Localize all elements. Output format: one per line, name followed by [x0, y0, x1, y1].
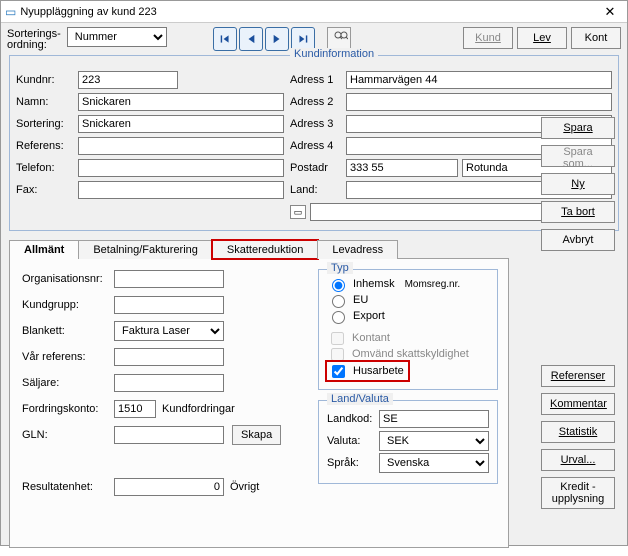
ny-button[interactable]: Ny — [541, 173, 615, 195]
postnr-input[interactable] — [346, 159, 458, 177]
blankett-combo[interactable]: Faktura Laser — [114, 321, 224, 341]
tab-betalning[interactable]: Betalning/Fakturering — [78, 240, 213, 259]
statistik-button[interactable]: Statistik — [541, 421, 615, 443]
adress2-input[interactable] — [346, 93, 612, 111]
kreditupplysning-button[interactable]: Kredit -upplysning — [541, 477, 615, 509]
resultatenhet-input[interactable] — [114, 478, 224, 496]
telefon-input[interactable] — [78, 159, 284, 177]
kommentar-button[interactable]: Kommentar — [541, 393, 615, 415]
tab-skattereduktion[interactable]: Skattereduktion — [212, 240, 318, 259]
gln-input[interactable] — [114, 426, 224, 444]
referenser-button[interactable]: Referenser — [541, 365, 615, 387]
close-button[interactable]: ✕ — [597, 3, 623, 21]
sort-label: Sorterings- ordning: — [7, 29, 61, 51]
tab-allmant[interactable]: Allmänt — [9, 240, 79, 259]
momsreg-label: Momsreg.nr. — [405, 279, 461, 290]
kund-button[interactable]: Kund — [463, 27, 513, 49]
tab-levadress[interactable]: Levadress — [317, 240, 398, 259]
namn-input[interactable] — [78, 93, 284, 111]
sort-order-combo[interactable]: Nummer — [67, 27, 167, 47]
nav-next-button[interactable] — [265, 27, 289, 51]
lev-button[interactable]: Lev — [517, 27, 567, 49]
address-card-icon[interactable]: ▭ — [290, 205, 306, 219]
resultatenhet-desc: Övrigt — [230, 481, 259, 493]
kont-button[interactable]: Kont — [571, 27, 621, 49]
radio-inhemsk[interactable]: Inhemsk — [327, 276, 395, 292]
landkod-input[interactable] — [379, 410, 489, 428]
orgnr-input[interactable] — [114, 270, 224, 288]
radio-export[interactable]: Export — [327, 308, 489, 324]
nav-prev-button[interactable] — [239, 27, 263, 51]
check-kontant: Kontant — [327, 330, 489, 346]
fax-input[interactable] — [78, 181, 284, 199]
window-icon: ▭ — [5, 5, 16, 19]
varref-input[interactable] — [114, 348, 224, 366]
nav-first-button[interactable] — [213, 27, 237, 51]
valuta-combo[interactable]: SEK — [379, 431, 489, 451]
referens-input[interactable] — [78, 137, 284, 155]
find-button[interactable] — [327, 27, 351, 49]
landvaluta-legend: Land/Valuta — [327, 393, 393, 405]
fordkonto-input[interactable] — [114, 400, 156, 418]
check-husarbete[interactable]: Husarbete — [328, 363, 404, 379]
ta-bort-button[interactable]: Ta bort — [541, 201, 615, 223]
spara-button[interactable]: Spara — [541, 117, 615, 139]
sprak-combo[interactable]: Svenska — [379, 453, 489, 473]
adress1-input[interactable] — [346, 71, 612, 89]
skapa-button[interactable]: Skapa — [232, 425, 281, 445]
fordkonto-desc: Kundfordringar — [162, 403, 235, 415]
saljare-input[interactable] — [114, 374, 224, 392]
spara-som-button: Spara som... — [541, 145, 615, 167]
kundnr-input[interactable] — [78, 71, 178, 89]
radio-eu[interactable]: EU — [327, 292, 489, 308]
kundinfo-legend: Kundinformation — [290, 48, 378, 60]
avbryt-button[interactable]: Avbryt — [541, 229, 615, 251]
window-title: Nyuppläggning av kund 223 — [20, 6, 597, 18]
check-omvand: Omvänd skattskyldighet — [327, 346, 489, 362]
sortering-input[interactable] — [78, 115, 284, 133]
kundgrupp-input[interactable] — [114, 296, 224, 314]
urval-button[interactable]: Urval... — [541, 449, 615, 471]
typ-legend: Typ — [327, 262, 353, 274]
